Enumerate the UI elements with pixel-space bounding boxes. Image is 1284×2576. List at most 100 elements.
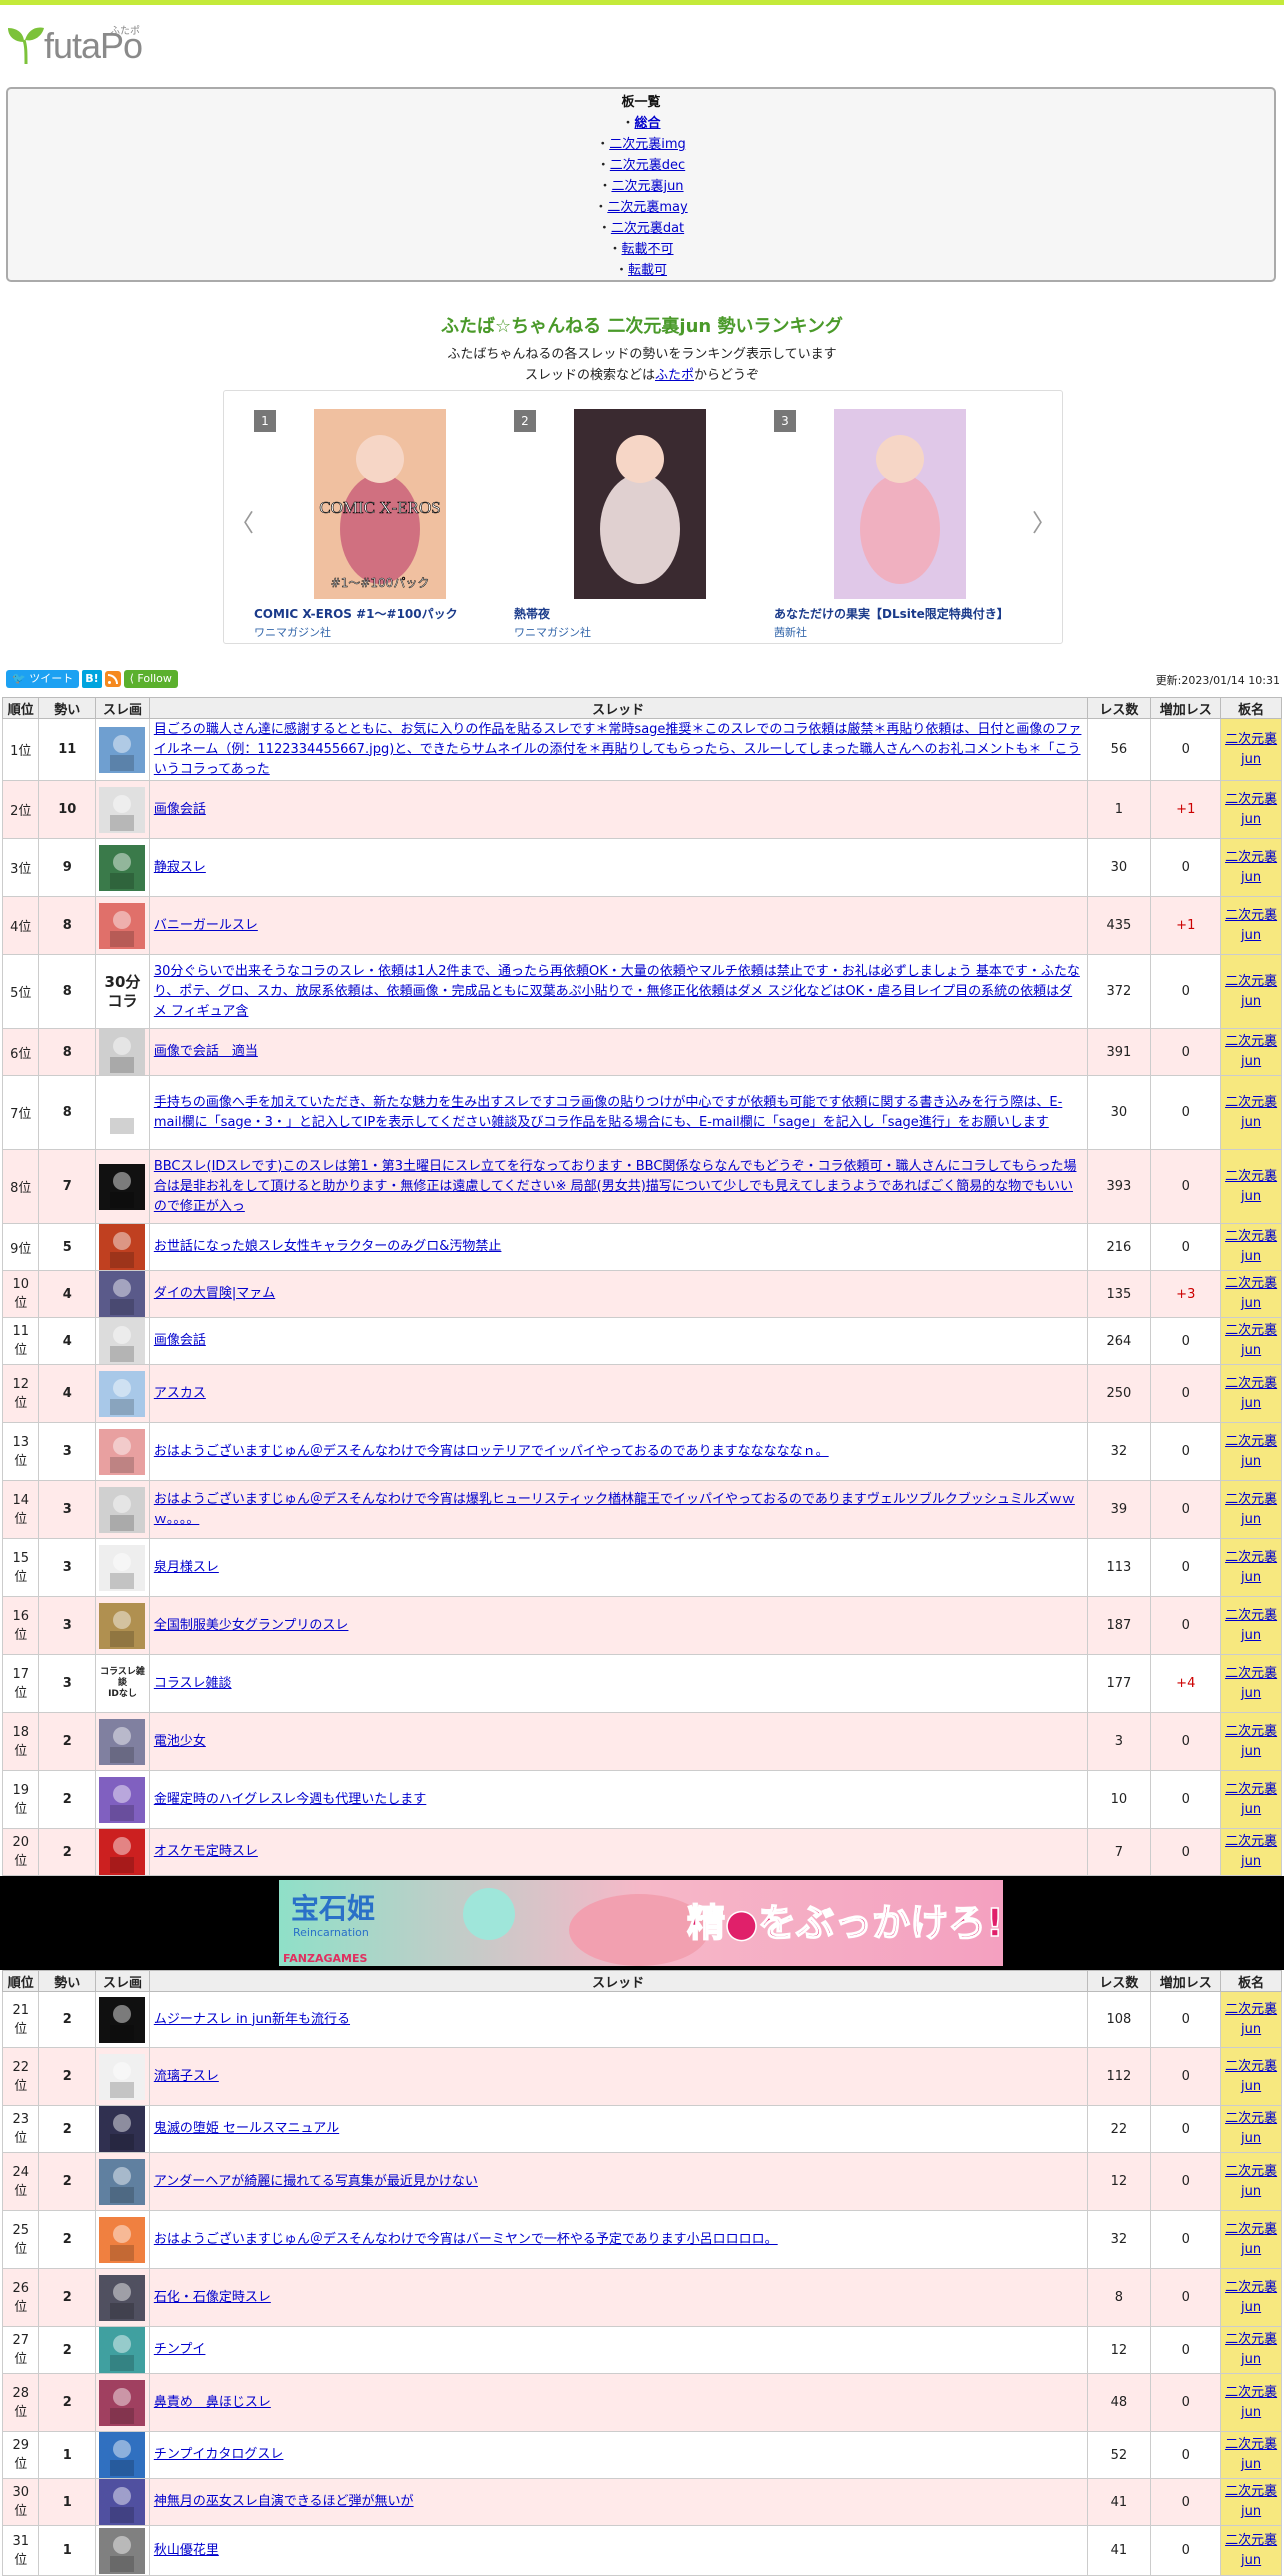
thread-thumbnail[interactable] bbox=[99, 1224, 146, 1270]
board-name-link[interactable]: 二次元裏 jun bbox=[1225, 1376, 1277, 1411]
thread-thumbnail[interactable] bbox=[99, 2527, 146, 2574]
product-publisher[interactable]: 茜新社 bbox=[774, 624, 807, 640]
thread-thumbnail[interactable] bbox=[99, 1718, 146, 1765]
product-publisher[interactable]: ワニマガジン社 bbox=[514, 624, 591, 640]
thread-link[interactable]: 鼻責め 鼻ほじスレ bbox=[154, 2395, 271, 2410]
board-name-link[interactable]: 二次元裏 jun bbox=[1225, 1550, 1277, 1585]
hatena-bookmark-button[interactable]: B! bbox=[82, 670, 102, 688]
board-name-link[interactable]: 二次元裏 jun bbox=[1225, 2164, 1277, 2199]
board-name-link[interactable]: 二次元裏 jun bbox=[1225, 1724, 1277, 1759]
board-link[interactable]: 転載可 bbox=[628, 263, 667, 278]
thread-link[interactable]: 静寂スレ bbox=[154, 860, 206, 875]
board-name-link[interactable]: 二次元裏 jun bbox=[1225, 2002, 1277, 2037]
thread-link[interactable]: 秋山優花里 bbox=[154, 2543, 219, 2558]
thread-link[interactable]: 鬼滅の堕姫 セールスマニュアル bbox=[154, 2121, 339, 2136]
thread-link[interactable]: アンダーヘアが綺麗に撮れてる写真集が最近見かけない bbox=[154, 2174, 478, 2189]
thread-link[interactable]: バニーガールスレ bbox=[154, 918, 258, 933]
board-name-link[interactable]: 二次元裏 jun bbox=[1225, 2533, 1277, 2568]
board-name-link[interactable]: 二次元裏 jun bbox=[1225, 1276, 1277, 1311]
product-cover-image[interactable] bbox=[834, 409, 966, 599]
thread-link[interactable]: 画像会話 bbox=[154, 802, 206, 817]
thread-link[interactable]: 石化・石像定時スレ bbox=[154, 2290, 271, 2305]
board-name-link[interactable]: 二次元裏 jun bbox=[1225, 2437, 1277, 2472]
thread-link[interactable]: 全国制服美少女グランプリのスレ bbox=[154, 1618, 349, 1633]
board-name-link[interactable]: 二次元裏 jun bbox=[1225, 908, 1277, 943]
carousel-item[interactable]: 3 あなただけの果実【DLsite限定特典付き】 茜新社 bbox=[744, 399, 1009, 640]
feedly-follow-button[interactable]: ⟨ Follow bbox=[123, 670, 178, 688]
thread-link[interactable]: 30分ぐらいで出来そうなコラのスレ・依頼は1人2件まで、通ったら再依頼OK・大量… bbox=[154, 964, 1080, 1019]
product-title[interactable]: あなただけの果実【DLsite限定特典付き】 bbox=[774, 605, 1009, 622]
board-name-link[interactable]: 二次元裏 jun bbox=[1225, 1492, 1277, 1527]
thread-thumbnail[interactable] bbox=[99, 844, 146, 891]
thread-link[interactable]: 流璃子スレ bbox=[154, 2069, 219, 2084]
thread-link[interactable]: オスケモ定時スレ bbox=[154, 1844, 258, 1859]
thread-thumbnail[interactable] bbox=[99, 1370, 146, 1417]
thread-thumbnail[interactable] bbox=[99, 1602, 146, 1649]
rss-icon[interactable] bbox=[104, 671, 121, 687]
thread-thumbnail[interactable] bbox=[99, 2158, 146, 2205]
board-name-link[interactable]: 二次元裏 jun bbox=[1225, 732, 1277, 767]
thread-thumbnail[interactable]: コラスレ雑談 IDなし bbox=[99, 1661, 145, 1707]
thread-link[interactable]: BBCスレ(IDスレです)このスレは第1・第3土曜日にスレ立てを行なっております… bbox=[154, 1159, 1077, 1214]
thread-thumbnail[interactable] bbox=[99, 2053, 146, 2100]
board-name-link[interactable]: 二次元裏 jun bbox=[1225, 1229, 1277, 1264]
tweet-button[interactable]: 🐦 ツイート bbox=[6, 670, 80, 688]
thread-link[interactable]: チンプイカタログスレ bbox=[154, 2447, 284, 2462]
board-name-link[interactable]: 二次元裏 jun bbox=[1225, 2280, 1277, 2315]
board-name-link[interactable]: 二次元裏 jun bbox=[1225, 2385, 1277, 2420]
thread-thumbnail[interactable] bbox=[99, 2327, 146, 2373]
site-logo[interactable]: futaPo ふたポ bbox=[6, 20, 143, 66]
thread-link[interactable]: 画像会話 bbox=[154, 1333, 206, 1348]
board-name-link[interactable]: 二次元裏 jun bbox=[1225, 2332, 1277, 2367]
product-cover-image[interactable] bbox=[574, 409, 706, 599]
board-name-link[interactable]: 二次元裏 jun bbox=[1225, 2111, 1277, 2146]
board-name-link[interactable]: 二次元裏 jun bbox=[1225, 1323, 1277, 1358]
thread-thumbnail[interactable]: 30分 コラ bbox=[99, 969, 145, 1015]
product-title[interactable]: COMIC X-EROS #1～#100パック bbox=[254, 605, 458, 622]
thread-thumbnail[interactable] bbox=[99, 2106, 146, 2152]
board-name-link[interactable]: 二次元裏 jun bbox=[1225, 850, 1277, 885]
thread-thumbnail[interactable] bbox=[99, 1544, 146, 1591]
ad-banner[interactable]: 宝石姫 Reincarnation FANZAGAMES 精●をぶっかけろ!! bbox=[279, 1880, 1003, 1966]
futapo-link[interactable]: ふたポ bbox=[655, 368, 694, 383]
thread-link[interactable]: 神無月の巫女スレ自演できるほど弾が無いが bbox=[154, 2494, 414, 2509]
carousel-next-icon[interactable]: 〉 bbox=[1032, 503, 1056, 538]
thread-link[interactable]: ダイの大冒険|マァム bbox=[154, 1286, 275, 1301]
board-name-link[interactable]: 二次元裏 jun bbox=[1225, 1782, 1277, 1817]
board-name-link[interactable]: 二次元裏 jun bbox=[1225, 2222, 1277, 2257]
thread-link[interactable]: チンプイ bbox=[154, 2342, 206, 2357]
thread-link[interactable]: 金曜定時のハイグレスレ今週も代理いたします bbox=[154, 1792, 426, 1807]
thread-thumbnail[interactable] bbox=[99, 1829, 146, 1875]
product-title[interactable]: 熱帯夜 bbox=[514, 605, 550, 622]
board-link[interactable]: 二次元裏dec bbox=[610, 158, 685, 173]
thread-thumbnail[interactable] bbox=[99, 2432, 146, 2478]
thread-link[interactable]: ムジーナスレ in jun新年も流行る bbox=[154, 2012, 350, 2027]
board-link[interactable]: 総合 bbox=[635, 116, 661, 131]
thread-thumbnail[interactable] bbox=[99, 1318, 146, 1364]
thread-thumbnail[interactable] bbox=[99, 1029, 146, 1075]
thread-thumbnail[interactable] bbox=[99, 2274, 146, 2321]
thread-link[interactable]: 画像で会話 適当 bbox=[154, 1044, 258, 1059]
thread-link[interactable]: おはようございますじゅん＠デスそんなわけで今宵はバーミヤンで一杯やる予定でありま… bbox=[154, 2232, 778, 2247]
board-name-link[interactable]: 二次元裏 jun bbox=[1225, 1666, 1277, 1701]
thread-thumbnail[interactable] bbox=[99, 902, 146, 949]
board-name-link[interactable]: 二次元裏 jun bbox=[1225, 792, 1277, 827]
product-cover-image[interactable]: COMIC X-EROS #1～#100パック bbox=[314, 409, 446, 599]
thread-thumbnail[interactable] bbox=[99, 1776, 146, 1823]
thread-thumbnail[interactable] bbox=[99, 726, 146, 773]
board-link[interactable]: 二次元裏dat bbox=[611, 221, 684, 236]
thread-link[interactable]: お世話になった娘スレ女性キャラクターのみグロ&汚物禁止 bbox=[154, 1239, 502, 1254]
board-link[interactable]: 二次元裏img bbox=[609, 137, 686, 152]
thread-thumbnail[interactable] bbox=[99, 2379, 146, 2426]
board-name-link[interactable]: 二次元裏 jun bbox=[1225, 974, 1277, 1009]
product-publisher[interactable]: ワニマガジン社 bbox=[254, 624, 331, 640]
thread-thumbnail[interactable] bbox=[99, 1163, 146, 1210]
thread-thumbnail[interactable] bbox=[99, 2216, 146, 2263]
board-name-link[interactable]: 二次元裏 jun bbox=[1225, 1034, 1277, 1069]
board-name-link[interactable]: 二次元裏 jun bbox=[1225, 1434, 1277, 1469]
board-name-link[interactable]: 二次元裏 jun bbox=[1225, 2059, 1277, 2094]
thread-link[interactable]: 泉月様スレ bbox=[154, 1560, 219, 1575]
thread-link[interactable]: 手持ちの画像へ手を加えていただき、新たな魅力を生み出すスレですコラ画像の貼りつけ… bbox=[154, 1095, 1062, 1130]
thread-thumbnail[interactable] bbox=[99, 786, 146, 833]
board-link[interactable]: 二次元裏may bbox=[607, 200, 687, 215]
